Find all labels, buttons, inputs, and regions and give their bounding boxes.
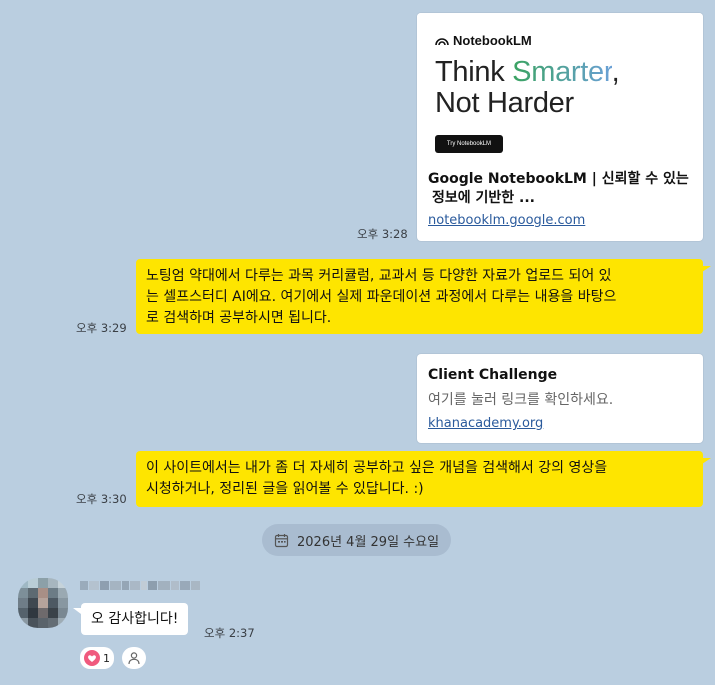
hero-not-harder: Not Harder xyxy=(435,87,574,119)
link-title: Client Challenge xyxy=(428,367,558,383)
link-description: 여기를 눌러 링크를 확인하세요. xyxy=(428,392,614,408)
hero-headline: Think Smarter, Not Harder xyxy=(435,56,620,119)
date-label: 2026년 4월 29일 수요일 xyxy=(297,534,440,550)
message-line: 로 검색하며 공부하시면 됩니다. xyxy=(146,310,332,326)
message-line: 노팅엄 약대에서 다루는 과목 커리큘럼, 교과서 등 다양한 자료가 업로드 … xyxy=(146,268,612,284)
message-time: 오후 3:28 xyxy=(357,227,408,241)
person-icon xyxy=(128,652,140,665)
message-time: 오후 3:29 xyxy=(76,321,127,335)
link-url[interactable]: notebooklm.google.com xyxy=(428,213,585,228)
notebooklm-logo-icon xyxy=(435,37,449,45)
hero-smarter: Smarter xyxy=(512,56,612,88)
their-message-bubble[interactable]: 오 감사합니다! xyxy=(81,603,189,635)
bubble-tail xyxy=(73,608,81,614)
message-line: 시청하거나, 정리된 글을 읽어볼 수 있답니다. :) xyxy=(146,481,424,497)
my-message-bubble[interactable]: 이 사이트에서는 내가 좀 더 자세히 공부하고 싶은 개념을 검색해서 강의 … xyxy=(136,451,703,507)
heart-icon xyxy=(84,650,100,666)
message-time: 오후 2:37 xyxy=(204,626,255,640)
date-divider: 2026년 4월 29일 수요일 xyxy=(262,524,452,556)
bubble-tail xyxy=(702,458,711,464)
message-line: 는 셀프스터디 AI에요. 여기에서 실제 파운데이션 과정에서 다루는 내용을… xyxy=(146,289,617,305)
brand-name: NotebookLM xyxy=(453,33,532,48)
calendar-icon xyxy=(274,533,289,547)
reaction-heart[interactable]: 1 xyxy=(80,647,114,669)
message-line: 이 사이트에서는 내가 좀 더 자세히 공부하고 싶은 개념을 검색해서 강의 … xyxy=(146,460,608,476)
message-time: 오후 3:30 xyxy=(76,492,127,506)
link-url[interactable]: khanacademy.org xyxy=(428,416,543,431)
link-preview-card-khanacademy[interactable]: Client Challenge 여기를 눌러 링크를 확인하세요. khana… xyxy=(417,354,703,443)
my-message-bubble[interactable]: 노팅엄 약대에서 다루는 과목 커리큘럼, 교과서 등 다양한 자료가 업로드 … xyxy=(136,259,703,334)
link-title-line1: Google NotebookLM | 신뢰할 수 있는 xyxy=(428,171,689,187)
reaction-count: 1 xyxy=(103,651,110,665)
notebooklm-logo: NotebookLM xyxy=(435,33,532,48)
try-notebooklm-button: Try NotebookLM xyxy=(435,135,503,153)
hero-comma: , xyxy=(611,56,620,88)
bubble-tail xyxy=(702,266,711,272)
sender-name-blurred xyxy=(80,581,200,590)
add-reaction-button[interactable] xyxy=(122,647,146,669)
hero-think: Think xyxy=(435,56,513,88)
link-preview-card-notebooklm[interactable]: NotebookLM Think Smarter, Not Harder Try… xyxy=(417,13,703,241)
preview-image: NotebookLM Think Smarter, Not Harder Try… xyxy=(417,13,703,173)
link-title: Google NotebookLM | 신뢰할 수 있는 정보에 기반한 ... xyxy=(428,170,698,208)
avatar[interactable] xyxy=(18,578,68,628)
link-title-line2: 정보에 기반한 ... xyxy=(432,190,535,206)
